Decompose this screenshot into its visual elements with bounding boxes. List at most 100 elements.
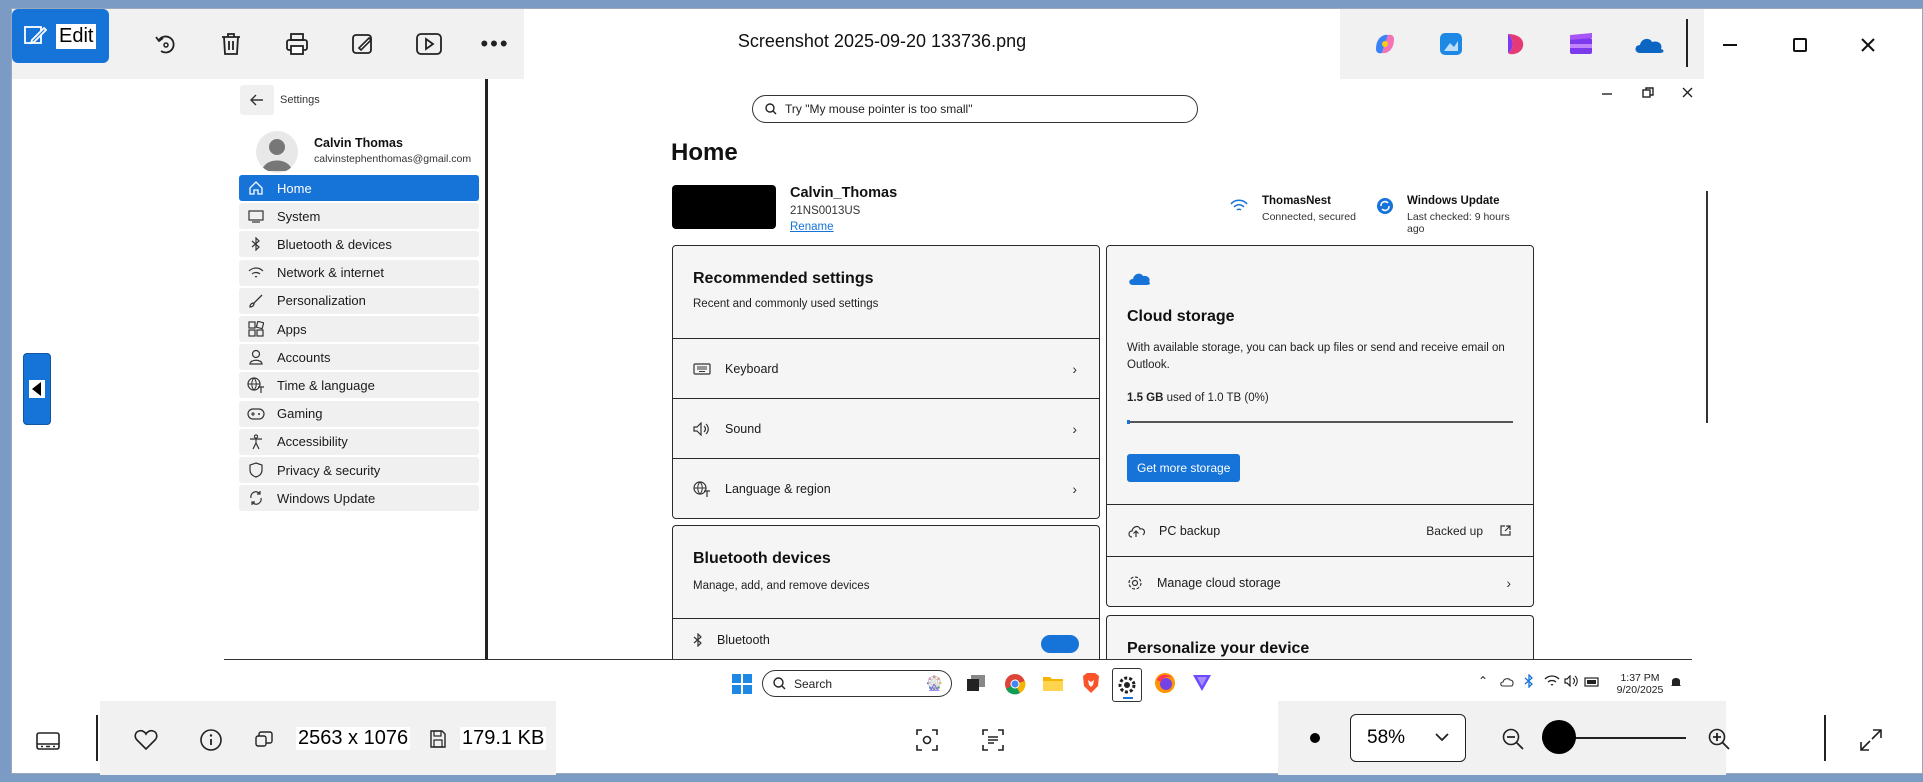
zoom-in-button[interactable] [1708,728,1730,750]
sidebar-item-accessibility[interactable]: Accessibility [239,428,479,455]
bluetooth-devices-card: Bluetooth devices Manage, add, and remov… [672,525,1100,659]
sidebar-item-apps[interactable]: Apps [239,316,479,342]
chevron-down-icon [1435,733,1449,742]
windows-start-icon[interactable] [732,674,752,694]
battery-tray-icon[interactable] [1584,675,1600,687]
personalize-card: Personalize your device [1106,615,1534,659]
filmstrip-button[interactable] [36,731,60,751]
back-button[interactable] [240,85,274,115]
divider [1686,19,1688,67]
brave-icon[interactable] [1081,672,1101,694]
clipchamp-icon[interactable] [1568,31,1594,57]
sidebar-item-label: Time & language [277,377,375,393]
bluetooth-toggle[interactable] [1041,635,1079,653]
photos-icon[interactable] [1438,31,1464,57]
settings-taskbar-button[interactable] [1112,668,1142,702]
sidebar-item-accounts[interactable]: Accounts [239,344,479,371]
sidebar-item-label: Home [277,180,312,196]
rotate-button[interactable] [140,19,190,69]
arrow-left-icon [250,94,264,106]
bluetooth-tray-icon[interactable] [1524,674,1534,688]
delete-icon [220,32,242,56]
pc-backup-row[interactable]: PC backup Backed up [1107,504,1533,556]
recommended-title: Recommended settings [693,270,874,287]
edit-button[interactable]: Edit [12,9,109,63]
chrome-icon[interactable] [1004,673,1026,695]
close-button[interactable] [1850,27,1886,63]
manage-cloud-row[interactable]: Manage cloud storage › [1107,556,1533,608]
task-view-icon[interactable] [966,674,986,692]
bluetooth-icon [247,235,265,253]
actual-size-button[interactable] [1310,733,1320,743]
vpn-icon[interactable] [1192,674,1212,692]
more-button[interactable]: ••• [470,19,520,69]
onedrive-tray-icon[interactable] [1500,677,1514,687]
search-icon [765,103,777,115]
get-more-storage-button[interactable]: Get more storage [1127,454,1241,482]
minimize-icon [1722,37,1738,53]
info-button[interactable] [200,729,222,751]
taskbar-search[interactable]: Search 🎡 [762,670,952,697]
zoom-panel: 58% [1278,701,1730,775]
cloud-description: With available storage, you can back up … [1127,342,1505,371]
device-model: 21NS0013US [790,205,861,217]
maximize-button[interactable] [1782,27,1818,63]
text-scan-icon [982,729,1004,751]
zoom-dropdown[interactable]: 58% [1350,714,1466,762]
filmstrip-toggle-button[interactable] [23,353,51,425]
volume-tray-icon[interactable] [1564,675,1580,687]
update-icon [247,489,265,507]
visual-search-button[interactable] [916,729,938,751]
bluetooth-row[interactable]: Bluetooth [673,618,1099,659]
minimize-button[interactable] [1712,27,1748,63]
sound-row[interactable]: Sound › [673,398,1099,458]
sidebar-item-personalization[interactable]: Personalization [239,287,479,314]
sidebar-item-bluetooth-devices[interactable]: Bluetooth & devices [239,231,479,258]
content-scrollbar[interactable] [1706,191,1708,423]
wifi-icon [1230,199,1248,213]
more-icon: ••• [480,31,510,56]
print-button[interactable] [272,19,322,69]
language-row[interactable]: Language & region › [673,458,1099,518]
file-info-panel: 2563 x 1076 179.1 KB [100,701,556,775]
sidebar-item-time-language[interactable]: Time & language [239,372,479,399]
image-canvas: Settings Calvin Thomas calvinstephenthom… [224,79,1708,659]
delete-button[interactable] [206,19,256,69]
designer-icon[interactable] [1502,31,1528,57]
search-icon [773,677,786,690]
rename-link[interactable]: Rename [790,221,833,233]
sidebar-item-label: Apps [277,321,307,337]
edit-icon [24,24,48,48]
sidebar-item-label: Gaming [277,406,323,422]
taskbar-clock[interactable]: 1:37 PM 9/20/2025 [1616,672,1664,696]
zoom-slider-track[interactable] [1542,720,1686,754]
sidebar-item-privacy-security[interactable]: Privacy & security [239,457,479,483]
avatar[interactable] [256,131,298,173]
file-explorer-icon[interactable] [1042,674,1064,692]
sidebar-item-gaming[interactable]: Gaming [239,400,479,427]
sidebar-item-windows-update[interactable]: Windows Update [239,485,479,512]
wifi-tray-icon[interactable] [1544,675,1560,687]
show-hidden-icons-icon[interactable]: ⌃ [1478,674,1488,688]
settings-search-box[interactable]: Try "My mouse pointer is too small" [752,95,1198,123]
zoom-out-button[interactable] [1502,728,1524,750]
fullscreen-button[interactable] [1860,729,1882,751]
notification-bell-icon[interactable] [1670,675,1682,689]
copy-text-button[interactable] [982,729,1004,751]
slideshow-button[interactable] [404,19,454,69]
keyboard-icon [693,362,711,375]
person-icon [247,348,265,366]
app-launcher-strip [1340,9,1704,79]
draw-button[interactable] [338,19,388,69]
favorite-button[interactable] [134,729,158,751]
keyboard-row[interactable]: Keyboard › [673,338,1099,398]
sidebar-item-home[interactable]: Home [239,175,479,201]
device-name: Calvin_Thomas [790,185,898,201]
sidebar-item-network-internet[interactable]: Network & internet [239,259,479,286]
expand-icon [1860,729,1882,751]
copilot-icon[interactable] [1372,31,1398,57]
firefox-icon[interactable] [1154,672,1176,694]
zoom-slider-thumb[interactable] [1542,720,1576,754]
sidebar-item-system[interactable]: System [239,203,479,230]
onedrive-icon[interactable] [1632,31,1666,57]
